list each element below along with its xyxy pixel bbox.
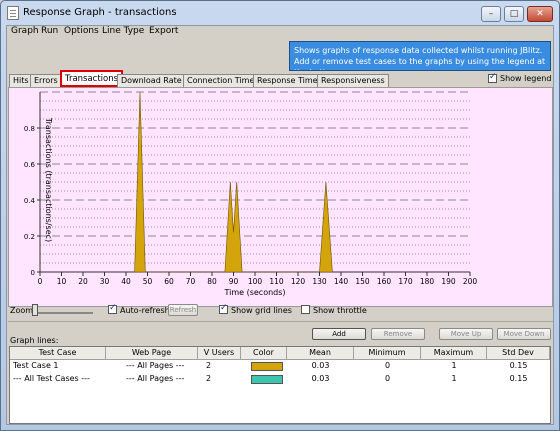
show-throttle-label: Show throttle bbox=[313, 306, 367, 315]
x-tick-label: 150 bbox=[355, 277, 370, 286]
column-header-mean[interactable]: Mean bbox=[287, 347, 354, 360]
show-throttle-checkbox[interactable] bbox=[301, 305, 310, 314]
x-tick-label: 180 bbox=[420, 277, 435, 286]
color-swatch[interactable] bbox=[251, 375, 283, 384]
divider bbox=[8, 321, 553, 322]
x-tick-label: 50 bbox=[143, 277, 153, 286]
y-tick-label: 0.8 bbox=[24, 125, 35, 133]
cell-test-case: Test Case 1 bbox=[13, 361, 59, 370]
column-header-web-page[interactable]: Web Page bbox=[106, 347, 198, 360]
x-tick-label: 190 bbox=[441, 277, 456, 286]
x-tick-label: 0 bbox=[38, 277, 43, 286]
table-row[interactable]: --- All Test Cases --- --- All Pages ---… bbox=[10, 373, 550, 386]
remove-button[interactable]: Remove bbox=[371, 328, 425, 340]
x-tick-label: 70 bbox=[186, 277, 196, 286]
window-title: Response Graph - transactions bbox=[23, 7, 177, 18]
x-tick-label: 170 bbox=[398, 277, 413, 286]
zoom-label: Zoom bbox=[10, 306, 34, 315]
x-tick-label: 30 bbox=[100, 277, 110, 286]
graph-panel: 0 10 20 30 40 50 60 70 80 90 100 110 120 130 140 150 160… bbox=[8, 87, 553, 307]
x-tick-label: 110 bbox=[269, 277, 284, 286]
cell-web-page: --- All Pages --- bbox=[126, 374, 185, 383]
menu-bar: Graph Run Options Line Type Export bbox=[7, 26, 553, 39]
auto-refresh-label: Auto-refresh bbox=[120, 306, 170, 315]
graph-lines-table: Test Case Web Page V Users Color Mean Mi… bbox=[9, 346, 551, 424]
x-tick-label: 140 bbox=[334, 277, 349, 286]
cell-web-page: --- All Pages --- bbox=[126, 361, 185, 370]
tab-errors[interactable]: Errors bbox=[30, 74, 62, 87]
show-grid-lines-label: Show grid lines bbox=[231, 306, 292, 315]
cell-minimum: 0 bbox=[384, 374, 391, 383]
show-legend-label: Show legend bbox=[500, 74, 552, 83]
column-header-std-dev[interactable]: Std Dev bbox=[487, 347, 550, 360]
table-row[interactable]: Test Case 1 --- All Pages --- 2 0.03 0 1… bbox=[10, 360, 550, 373]
y-tick-label: 0.6 bbox=[24, 161, 36, 169]
refresh-button[interactable]: Refresh bbox=[168, 304, 198, 316]
column-header-v-users[interactable]: V Users bbox=[198, 347, 241, 360]
y-axis-label: Transactions (transactions/sec) bbox=[44, 117, 53, 242]
tab-transactions[interactable]: Transactions bbox=[60, 70, 124, 87]
menu-run[interactable]: Run bbox=[41, 26, 58, 36]
graph-lines-label: Graph lines: bbox=[10, 336, 59, 345]
show-legend-checkbox[interactable] bbox=[488, 72, 497, 83]
menu-export[interactable]: Export bbox=[149, 26, 178, 36]
app-icon bbox=[7, 6, 19, 20]
add-button[interactable]: Add bbox=[312, 328, 366, 340]
tab-download-rate[interactable]: Download Rate bbox=[117, 74, 186, 87]
x-tick-label: 120 bbox=[291, 277, 306, 286]
x-tick-label: 40 bbox=[121, 277, 131, 286]
cell-std-dev: 0.15 bbox=[509, 374, 528, 383]
info-banner: Shows graphs of response data collected … bbox=[289, 41, 551, 71]
menu-graph[interactable]: Graph bbox=[11, 26, 39, 36]
maximize-button[interactable]: □ bbox=[504, 6, 524, 22]
tab-hits[interactable]: Hits bbox=[9, 74, 33, 87]
menu-line-type[interactable]: Line Type bbox=[102, 26, 144, 36]
show-grid-lines-checkbox[interactable] bbox=[219, 303, 228, 314]
cell-mean: 0.03 bbox=[311, 361, 330, 370]
move-down-button[interactable]: Move Down bbox=[497, 328, 551, 340]
tab-responsiveness[interactable]: Responsiveness bbox=[317, 74, 389, 87]
close-button[interactable]: ✕ bbox=[527, 6, 553, 22]
cell-v-users: 2 bbox=[206, 374, 212, 383]
column-header-color[interactable]: Color bbox=[241, 347, 287, 360]
cell-test-case: --- All Test Cases --- bbox=[13, 374, 90, 383]
x-tick-label: 80 bbox=[207, 277, 217, 286]
color-swatch[interactable] bbox=[251, 362, 283, 371]
transactions-chart: 0 10 20 30 40 50 60 70 80 90 100 110 120 130 140 150 160… bbox=[24, 91, 478, 297]
x-tick-label: 100 bbox=[248, 277, 263, 286]
series-area bbox=[134, 91, 333, 273]
x-tick-label: 200 bbox=[463, 277, 478, 286]
cell-maximum: 1 bbox=[451, 374, 457, 383]
x-axis-label: Time (seconds) bbox=[223, 288, 285, 297]
column-header-test-case[interactable]: Test Case bbox=[10, 347, 106, 360]
x-tick-label: 10 bbox=[57, 277, 67, 286]
cell-mean: 0.03 bbox=[311, 374, 330, 383]
y-tick-label: 0.2 bbox=[24, 233, 35, 241]
y-tick-label: 0 bbox=[31, 269, 35, 277]
zoom-slider-thumb[interactable] bbox=[32, 304, 38, 316]
client-area: Graph Run Options Line Type Export Shows… bbox=[6, 25, 554, 425]
move-up-button[interactable]: Move Up bbox=[439, 328, 493, 340]
minimize-button[interactable]: – bbox=[481, 6, 501, 22]
auto-refresh-checkbox[interactable] bbox=[108, 303, 117, 314]
zoom-slider-track[interactable] bbox=[37, 312, 93, 314]
cell-minimum: 0 bbox=[384, 361, 391, 370]
x-tick-label: 130 bbox=[312, 277, 327, 286]
y-tick-label: 0.4 bbox=[24, 197, 36, 205]
x-tick-label: 20 bbox=[78, 277, 88, 286]
menu-options[interactable]: Options bbox=[64, 26, 99, 36]
x-tick-label: 160 bbox=[377, 277, 392, 286]
app-window: Response Graph - transactions – □ ✕ Grap… bbox=[0, 0, 560, 431]
title-bar[interactable]: Response Graph - transactions – □ ✕ bbox=[1, 1, 559, 25]
cell-std-dev: 0.15 bbox=[509, 361, 528, 370]
tab-connection-time[interactable]: Connection Time bbox=[183, 74, 259, 87]
tab-response-time[interactable]: Response Time bbox=[253, 74, 322, 87]
cell-maximum: 1 bbox=[451, 361, 457, 370]
column-header-maximum[interactable]: Maximum bbox=[421, 347, 487, 360]
column-header-minimum[interactable]: Minimum bbox=[354, 347, 421, 360]
cell-v-users: 2 bbox=[206, 361, 212, 370]
x-tick-label: 90 bbox=[229, 277, 239, 286]
x-tick-label: 60 bbox=[164, 277, 174, 286]
